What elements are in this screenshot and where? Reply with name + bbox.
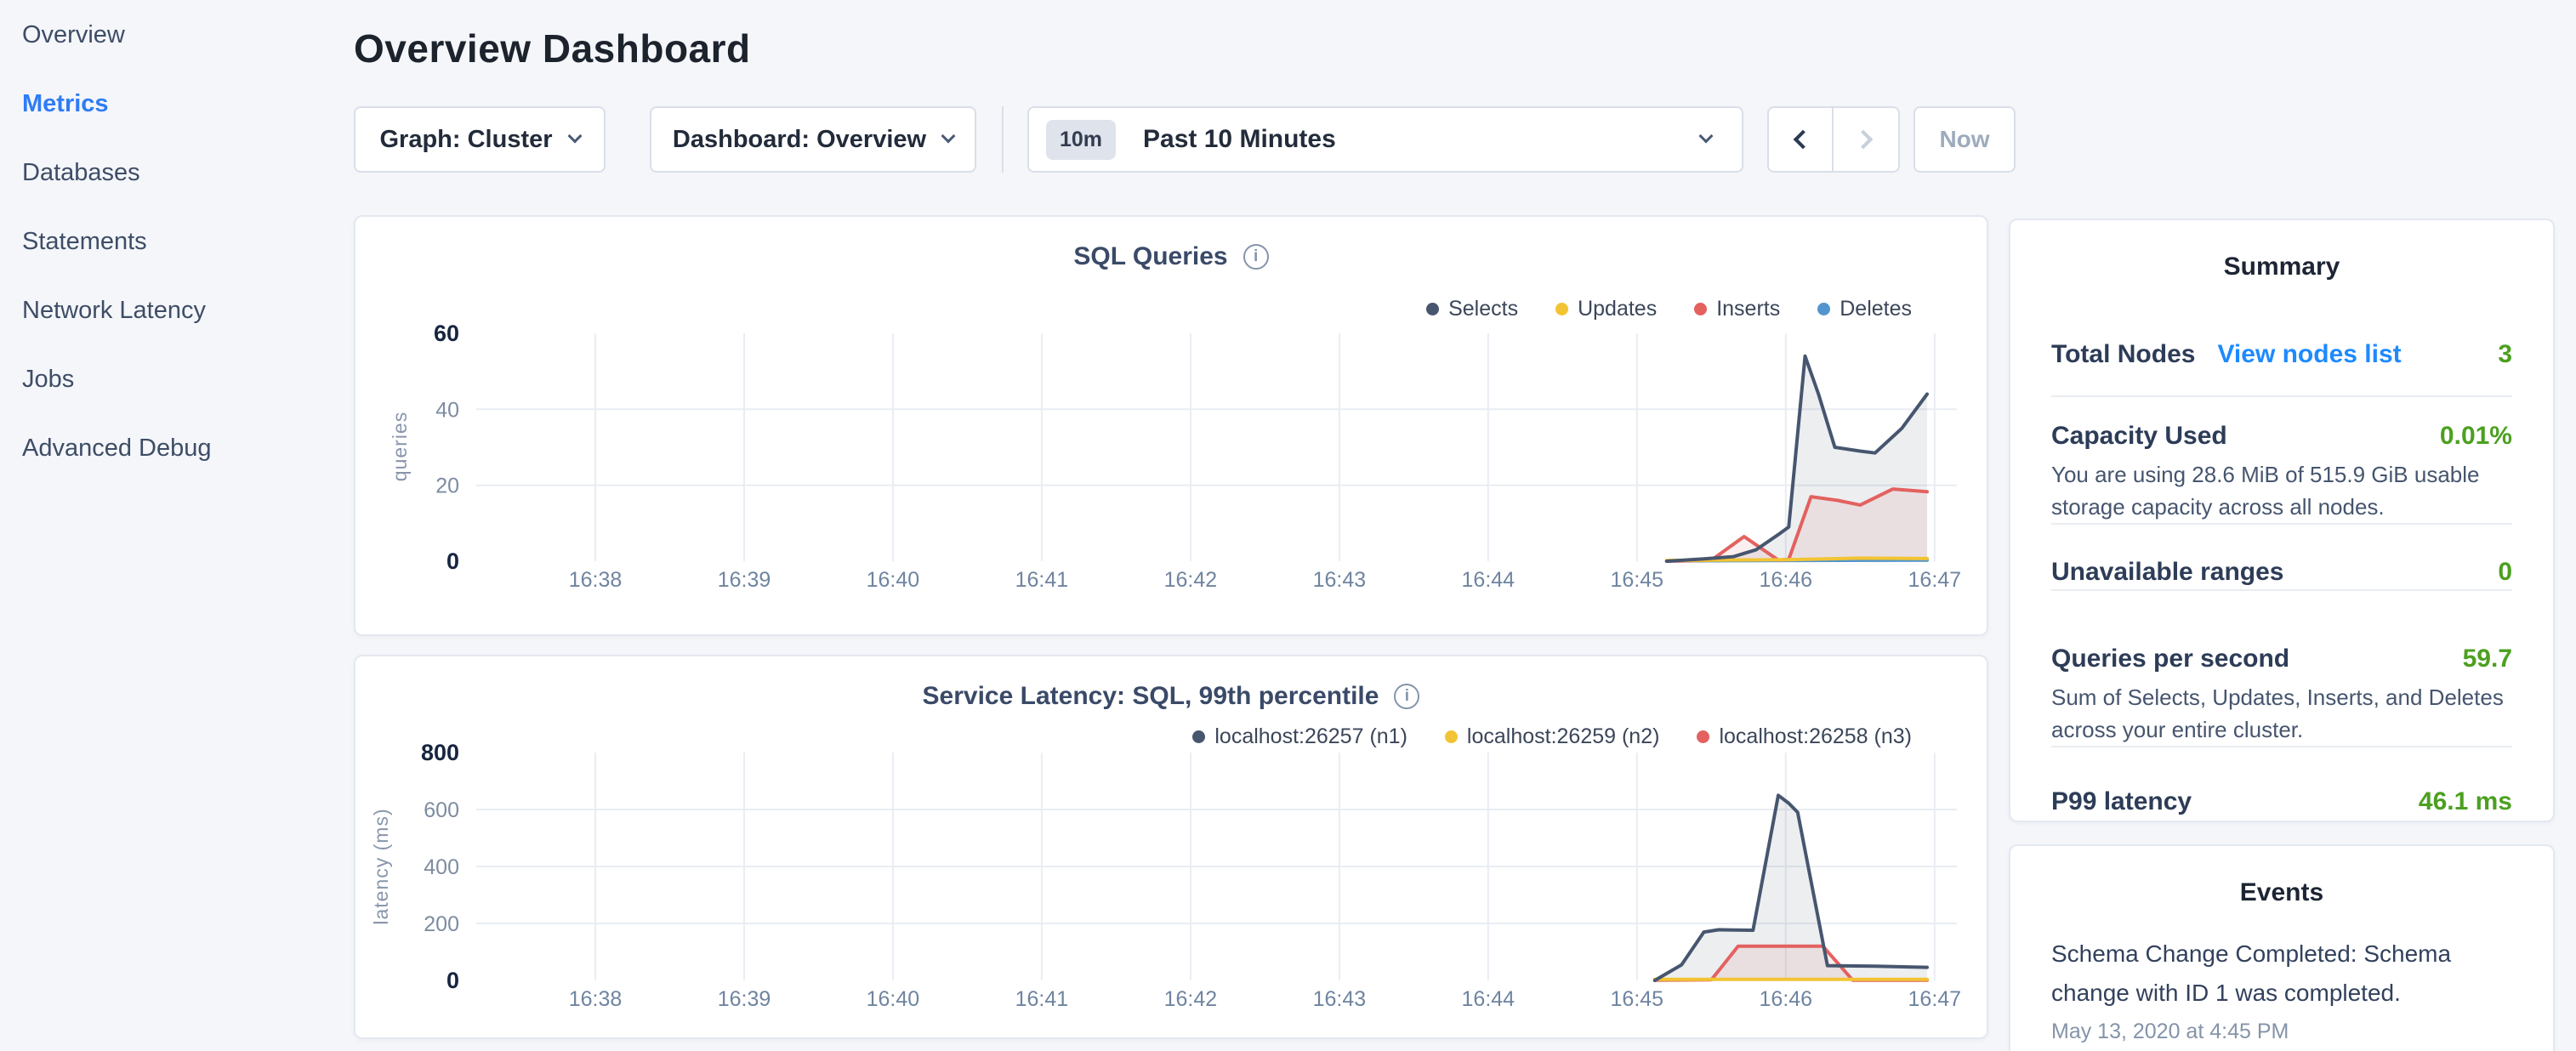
events-panel: Events Schema Change Completed: Schema c… bbox=[2009, 844, 2555, 1051]
time-range-label: Past 10 Minutes bbox=[1143, 125, 1336, 154]
graph-scope-dropdown-label: Graph: Cluster bbox=[379, 126, 552, 154]
summary-row-label: Total Nodes bbox=[2051, 338, 2195, 372]
summary-row-label: Unavailable ranges bbox=[2051, 555, 2283, 589]
event-timestamp: May 13, 2020 at 4:45 PM bbox=[2051, 1020, 2512, 1044]
svg-text:16:44: 16:44 bbox=[1462, 568, 1515, 592]
summary-row-value: 0.01% bbox=[2440, 419, 2512, 453]
chevron-right-icon bbox=[1854, 130, 1874, 150]
sidebar-item-databases[interactable]: Databases bbox=[22, 160, 328, 185]
svg-text:16:43: 16:43 bbox=[1313, 568, 1367, 592]
summary-row-label: P99 latency bbox=[2051, 785, 2192, 819]
legend-item: Updates bbox=[1555, 297, 1657, 321]
sidebar-item-statements[interactable]: Statements bbox=[22, 229, 328, 254]
chevron-down-icon bbox=[941, 129, 956, 144]
summary-row-description: Sum of Selects, Updates, Inserts, and De… bbox=[2051, 681, 2512, 746]
svg-text:0: 0 bbox=[446, 968, 459, 993]
summary-row-total-nodes: Total Nodes View nodes list 3 bbox=[2051, 338, 2512, 397]
sidebar: Overview Metrics Databases Statements Ne… bbox=[22, 22, 328, 504]
summary-row-p99-latency: P99 latency 46.1 ms bbox=[2051, 747, 2512, 819]
svg-text:16:45: 16:45 bbox=[1611, 568, 1664, 592]
info-icon[interactable]: i bbox=[1243, 244, 1269, 270]
svg-text:0: 0 bbox=[446, 548, 459, 574]
svg-text:16:43: 16:43 bbox=[1313, 987, 1367, 1011]
svg-text:16:41: 16:41 bbox=[1015, 987, 1069, 1011]
sidebar-item-jobs[interactable]: Jobs bbox=[22, 366, 328, 392]
legend-dot-icon bbox=[1555, 303, 1568, 315]
dashboard-dropdown-label: Dashboard: Overview bbox=[673, 126, 926, 154]
svg-text:16:46: 16:46 bbox=[1760, 987, 1813, 1011]
time-range-badge: 10m bbox=[1046, 120, 1116, 160]
summary-row-value: 46.1 ms bbox=[2419, 785, 2512, 819]
summary-row-description: You are using 28.6 MiB of 515.9 GiB usab… bbox=[2051, 458, 2512, 523]
summary-row-value: 0 bbox=[2498, 555, 2512, 589]
svg-text:16:39: 16:39 bbox=[718, 568, 771, 592]
svg-text:16:42: 16:42 bbox=[1164, 568, 1218, 592]
page-title: Overview Dashboard bbox=[354, 26, 751, 71]
legend-item: Inserts bbox=[1694, 297, 1780, 321]
svg-text:16:40: 16:40 bbox=[867, 987, 920, 1011]
svg-text:600: 600 bbox=[424, 798, 459, 822]
summary-row-queries-per-second: Queries per second 59.7 Sum of Selects, … bbox=[2051, 591, 2512, 747]
next-range-button-disabled[interactable] bbox=[1834, 108, 1898, 171]
events-title: Events bbox=[2010, 878, 2553, 909]
service-latency-chart-card: Service Latency: SQL, 99th percentile i … bbox=[354, 655, 1988, 1039]
svg-text:400: 400 bbox=[424, 855, 459, 879]
chart-title: Service Latency: SQL, 99th percentile bbox=[923, 682, 1379, 711]
legend-dot-icon bbox=[1426, 303, 1439, 315]
svg-text:16:38: 16:38 bbox=[569, 987, 623, 1011]
chevron-left-icon bbox=[1794, 130, 1813, 150]
summary-row-value: 59.7 bbox=[2463, 642, 2512, 676]
legend-dot-icon bbox=[1694, 303, 1707, 315]
sidebar-item-advanced-debug[interactable]: Advanced Debug bbox=[22, 435, 328, 461]
sql-queries-plot: 16:38 16:39 16:40 16:41 16:42 16:43 16:44 16:45… bbox=[376, 321, 1975, 602]
service-latency-plot: 16:38 16:39 16:40 16:41 16:42 16:43 16:44 16:45… bbox=[376, 741, 1975, 1021]
legend-item: Selects bbox=[1426, 297, 1518, 321]
sql-queries-chart-card: SQL Queries i Selects Updates Inserts Delet… bbox=[354, 215, 1988, 636]
sidebar-item-overview[interactable]: Overview bbox=[22, 22, 328, 48]
svg-text:16:45: 16:45 bbox=[1611, 987, 1664, 1011]
svg-text:16:46: 16:46 bbox=[1760, 568, 1813, 592]
time-range-pager bbox=[1767, 106, 1900, 173]
summary-row-unavailable-ranges: Unavailable ranges 0 bbox=[2051, 525, 2512, 591]
legend-item: Deletes bbox=[1817, 297, 1912, 321]
summary-row-label: Queries per second bbox=[2051, 642, 2289, 676]
svg-text:800: 800 bbox=[421, 741, 459, 765]
svg-text:16:40: 16:40 bbox=[867, 568, 920, 592]
now-button-disabled[interactable]: Now bbox=[1914, 106, 2016, 173]
svg-text:16:47: 16:47 bbox=[1908, 568, 1962, 592]
summary-row-value: 3 bbox=[2498, 338, 2512, 372]
svg-text:200: 200 bbox=[424, 912, 459, 936]
prev-range-button[interactable] bbox=[1769, 108, 1834, 171]
chart-legend: Selects Updates Inserts Deletes bbox=[1389, 297, 1912, 321]
graph-scope-dropdown[interactable]: Graph: Cluster bbox=[354, 106, 606, 173]
svg-text:60: 60 bbox=[434, 321, 459, 346]
svg-text:16:44: 16:44 bbox=[1462, 987, 1515, 1011]
sidebar-item-network-latency[interactable]: Network Latency bbox=[22, 298, 328, 323]
event-list-item[interactable]: Schema Change Completed: Schema change w… bbox=[2010, 935, 2553, 1044]
svg-text:16:41: 16:41 bbox=[1015, 568, 1069, 592]
info-icon[interactable]: i bbox=[1394, 684, 1419, 709]
chevron-down-icon bbox=[1699, 129, 1714, 144]
sidebar-item-metrics[interactable]: Metrics bbox=[22, 91, 328, 116]
svg-text:16:39: 16:39 bbox=[718, 987, 771, 1011]
svg-text:16:42: 16:42 bbox=[1164, 987, 1218, 1011]
chevron-down-icon bbox=[567, 129, 582, 144]
now-button-label: Now bbox=[1939, 126, 1989, 153]
summary-panel: Summary Total Nodes View nodes list 3 Ca… bbox=[2009, 219, 2555, 822]
time-range-selector[interactable]: 10m Past 10 Minutes bbox=[1027, 106, 1743, 173]
summary-row-capacity-used: Capacity Used 0.01% You are using 28.6 M… bbox=[2051, 397, 2512, 525]
summary-title: Summary bbox=[2010, 253, 2553, 283]
toolbar-divider bbox=[1002, 106, 1004, 173]
chart-title: SQL Queries bbox=[1073, 242, 1227, 271]
dashboard-dropdown[interactable]: Dashboard: Overview bbox=[650, 106, 976, 173]
event-text: Schema Change Completed: Schema change w… bbox=[2051, 935, 2512, 1013]
svg-text:20: 20 bbox=[435, 474, 459, 498]
svg-text:40: 40 bbox=[435, 398, 459, 422]
legend-dot-icon bbox=[1817, 303, 1830, 315]
view-nodes-list-link[interactable]: View nodes list bbox=[2217, 338, 2401, 372]
svg-text:16:38: 16:38 bbox=[569, 568, 623, 592]
svg-text:16:47: 16:47 bbox=[1908, 987, 1962, 1011]
summary-row-label: Capacity Used bbox=[2051, 419, 2227, 453]
